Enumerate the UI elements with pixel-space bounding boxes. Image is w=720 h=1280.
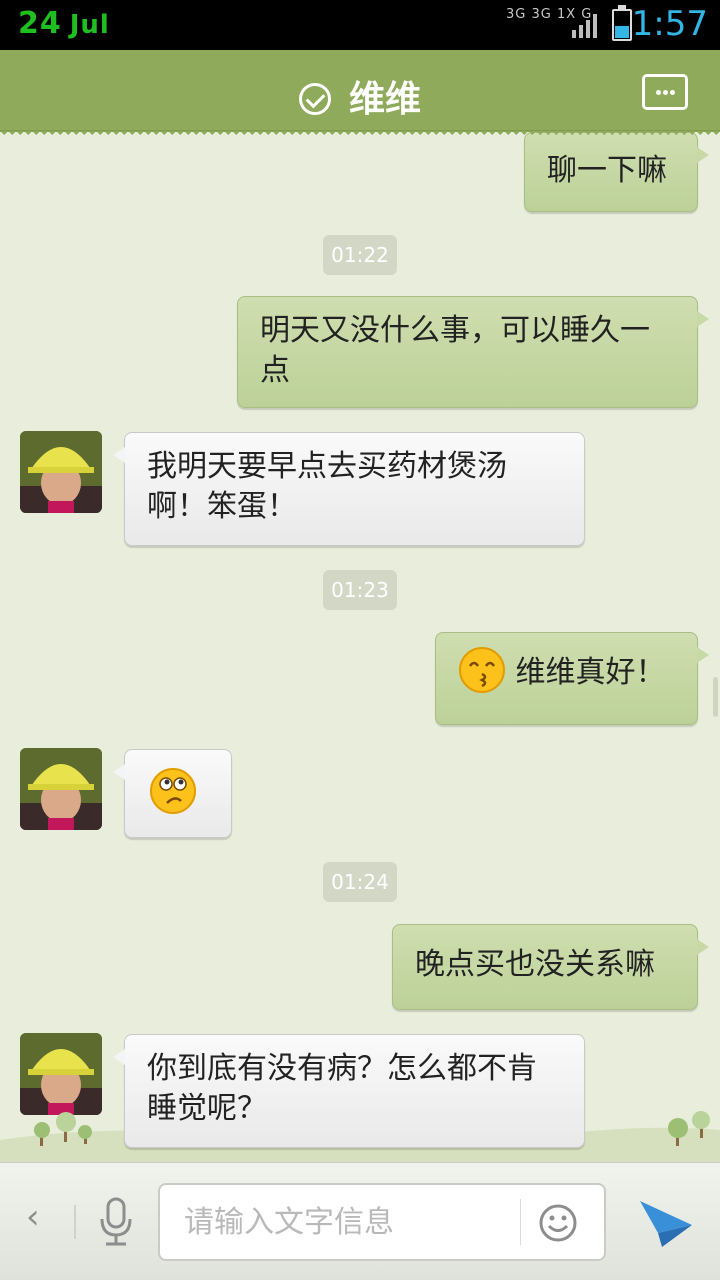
scrollbar[interactable]: [713, 677, 718, 717]
message-bubble-sent[interactable]: 维维真好！: [435, 632, 709, 725]
battery-icon: [612, 5, 632, 41]
avatar[interactable]: [20, 431, 102, 513]
message-bubble-sent[interactable]: 明天又没什么事，可以睡久一点: [237, 296, 709, 408]
message-bubble-received[interactable]: 你到底有没有病？怎么都不肯睡觉呢？: [113, 1034, 585, 1148]
divider: [520, 1199, 521, 1245]
timestamp: 01:22: [323, 235, 397, 275]
message-text: 维维真好！: [515, 655, 666, 690]
timestamp: 01:23: [323, 570, 397, 610]
send-icon[interactable]: [638, 1199, 694, 1249]
message-bubble-received[interactable]: 我明天要早点去买药材煲汤啊！笨蛋！: [113, 432, 585, 546]
timestamp: 01:24: [323, 862, 397, 902]
chat-header: 维维: [0, 50, 720, 132]
status-time: 1:57: [631, 4, 708, 44]
kiss-emoji-icon: [459, 646, 505, 693]
status-date: 24 Jul: [18, 6, 110, 41]
divider: [74, 1205, 76, 1239]
message-text: 晚点买也没关系嘛: [415, 947, 655, 982]
message-bubble-received[interactable]: [113, 749, 232, 838]
check-circle-icon: [298, 83, 331, 115]
header-title-row: 维维: [0, 70, 720, 122]
message-bubble-sent[interactable]: 聊一下嘛: [524, 132, 709, 212]
smiley-icon[interactable]: [538, 1203, 578, 1243]
avatar-image: [20, 431, 102, 513]
avatar[interactable]: [20, 748, 102, 830]
chat-area[interactable]: 聊一下嘛 01:22 明天又没什么事，可以睡久一点 我明天要早点去买药材煲汤啊！…: [0, 132, 720, 1162]
message-text: 你到底有没有病？怎么都不肯睡觉呢？: [147, 1051, 537, 1126]
contact-name: 维维: [348, 79, 421, 120]
chevron-left-icon[interactable]: ‹: [26, 1197, 40, 1237]
header-edge: [0, 131, 720, 139]
avatar-image: [20, 748, 102, 830]
message-text: 聊一下嘛: [547, 153, 667, 188]
status-month: Jul: [69, 10, 110, 40]
message-text: 我明天要早点去买药材煲汤啊！笨蛋！: [147, 449, 507, 524]
input-bar: ‹: [0, 1162, 720, 1280]
status-bar: 24 Jul 3G 3G 1X G 1:57: [0, 0, 720, 50]
message-bubble-sent[interactable]: 晚点买也没关系嘛: [392, 924, 709, 1010]
confused-emoji-icon: [150, 768, 196, 814]
microphone-icon[interactable]: [96, 1197, 136, 1247]
signal-icon: [572, 14, 597, 38]
status-day: 24: [18, 6, 62, 41]
message-text: 明天又没什么事，可以睡久一点: [260, 313, 650, 388]
more-button[interactable]: [642, 74, 688, 110]
